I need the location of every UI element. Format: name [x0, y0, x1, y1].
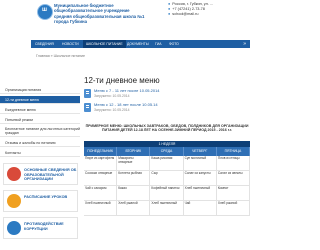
table-row: Хлеб пшеничный Хлеб ржаной Хлеб пшеничны… [84, 201, 251, 216]
main-content: 12-ти дневное меню Меню с 7 - 11 лет пос… [84, 60, 251, 250]
weekday-header: СРЕДА [150, 147, 184, 156]
contact-email-text[interactable]: school@mail.ru [172, 12, 198, 16]
weekday-header: ЧЕТВЕРГ [184, 147, 217, 156]
school-name[interactable]: Муниципальное бюджетное общеобразователь… [54, 3, 146, 25]
doc-link-7-11[interactable]: Меню с 7 - 11 лет после 10.05.2014 Загру… [84, 88, 244, 100]
banner-schedule-text: РАСПИСАНИЕ УРОКОВ [24, 195, 68, 199]
table-cell: Компот [217, 186, 251, 200]
doc-name[interactable]: Меню с 7 - 11 лет после 10.05.2014 [94, 88, 160, 93]
breadcrumb[interactable]: Главная » Школьное питание [36, 54, 85, 58]
contact-email: ● school@mail.ru [168, 12, 248, 17]
sidebar-item-organization[interactable]: Организация питания [0, 86, 80, 94]
table-cell: Макароны отварные [117, 156, 151, 170]
table-cell: Хлеб ржаной [117, 201, 151, 215]
table-cell: Хлеб ржаной [217, 201, 251, 215]
banner-schedule[interactable]: РАСПИСАНИЕ УРОКОВ [3, 190, 78, 212]
table-cell: Кофейный напиток [150, 186, 184, 200]
banner-anticorruption-text: ПРОТИВОДЕЙСТВИЕ КОРРУПЦИИ [24, 222, 64, 231]
calendar-icon [7, 194, 21, 208]
main-nav: СВЕДЕНИЯ НОВОСТИ ШКОЛЬНОЕ ПИТАНИЕ ДОКУМЕ… [31, 40, 250, 48]
document-icon [84, 103, 91, 112]
site-header: ш Муниципальное бюджетное общеобразовате… [0, 0, 250, 31]
banner-main-info-text: ОСНОВНЫЕ СВЕДЕНИЯ ОБ ОБРАЗОВАТЕЛЬНОЙ ОРГ… [24, 168, 77, 182]
sidebar-item-feedback[interactable]: Отзывы и жалобы по питанию [0, 139, 80, 147]
menu-title: ПРИМЕРНОЕ МЕНЮ: ШКОЛЬНЫХ ЗАВТРАКОВ, ОБЕД… [85, 124, 249, 133]
sidebar-item-12-day-menu[interactable]: 12-ти дневное меню [0, 96, 80, 104]
table-cell: Котлета рыбная [117, 171, 151, 185]
weekday-header: ПЯТНИЦА [217, 147, 251, 156]
logo-letter: ш [42, 7, 48, 13]
banner-anticorruption[interactable]: ПРОТИВОДЕЙСТВИЕ КОРРУПЦИИ [3, 217, 78, 239]
info-icon [7, 167, 21, 181]
table-cell: Салат из капусты [184, 171, 217, 185]
banner-main-info[interactable]: ОСНОВНЫЕ СВЕДЕНИЯ ОБ ОБРАЗОВАТЕЛЬНОЙ ОРГ… [3, 163, 78, 185]
contact-address-text: Россия, г. Губкин, ул. ... [172, 2, 214, 6]
page-title: 12-ти дневное меню [84, 76, 160, 85]
sidebar-item-free-meals[interactable]: Бесплатное питание для льготных категори… [0, 126, 80, 137]
table-cell: Какао [117, 186, 151, 200]
table-row: Пюре из картофеля Макароны отварные Каша… [84, 156, 251, 171]
table-row: Сосиски отварные Котлета рыбная Сыр Сала… [84, 171, 251, 186]
email-icon: ● [168, 12, 171, 17]
location-icon: ● [168, 2, 171, 6]
header-contacts: ● Россия, г. Губкин, ул. ... ● +7 (47241) … [168, 2, 248, 18]
sidebar-item-drinking[interactable]: Питьевой режим [0, 116, 80, 124]
nav-more-icon[interactable]: » [243, 40, 246, 48]
sidebar-item-contacts[interactable]: Контакты [0, 149, 80, 157]
table-cell: Чай [184, 201, 217, 215]
shield-icon [7, 221, 21, 235]
nav-item-info[interactable]: СВЕДЕНИЯ [35, 40, 54, 48]
table-cell: Хлеб пшеничный [150, 201, 184, 215]
phone-icon: ● [168, 7, 171, 12]
table-cell: Пюре из картофеля [84, 156, 118, 170]
table-cell: Сосиски отварные [84, 171, 118, 185]
table-cell: Хлеб пшеничный [84, 201, 118, 215]
table-cell: Суп молочный [184, 156, 217, 170]
table-cell: Чай с сахаром [84, 186, 118, 200]
document-icon [84, 89, 91, 98]
school-logo[interactable]: ш [37, 4, 53, 20]
sidebar: Организация питания 12-ти дневное меню Е… [0, 60, 80, 250]
weekday-header: ПОНЕДЕЛЬНИК [84, 147, 118, 156]
nav-item-photo[interactable]: ФОТО [169, 40, 179, 48]
contact-phone-text: +7 (47241) 2-73-78 [172, 7, 205, 12]
table-cell: Салат из свеклы [217, 171, 251, 185]
table-row: Чай с сахаром Какао Кофейный напиток Хле… [84, 186, 251, 201]
doc-name[interactable]: Меню с 12 - 18 лет после 10.05.14 [94, 102, 158, 107]
doc-meta: Загружено: 10.05.2014 [94, 108, 130, 112]
nav-item-news[interactable]: НОВОСТИ [62, 40, 79, 48]
doc-meta: Загружено: 10.05.2014 [94, 94, 130, 98]
menu-table: Пюре из картофеля Макароны отварные Каша… [84, 156, 251, 216]
weekday-header-row: ПОНЕДЕЛЬНИК ВТОРНИК СРЕДА ЧЕТВЕРГ ПЯТНИЦ… [84, 147, 251, 156]
table-cell: Плов из птицы [217, 156, 251, 170]
weekday-header: ВТОРНИК [117, 147, 151, 156]
doc-link-12-18[interactable]: Меню с 12 - 18 лет после 10.05.14 Загруж… [84, 102, 244, 114]
nav-item-documents[interactable]: ДОКУМЕНТЫ [127, 40, 149, 48]
nav-item-school-meals[interactable]: ШКОЛЬНОЕ ПИТАНИЕ [83, 40, 126, 48]
sidebar-item-daily-menu[interactable]: Ежедневное меню [0, 106, 80, 114]
table-cell: Хлеб пшеничный [184, 186, 217, 200]
nav-item-gia[interactable]: ГИА [155, 40, 162, 48]
table-cell: Сыр [150, 171, 184, 185]
table-cell: Каша рисовая [150, 156, 184, 170]
